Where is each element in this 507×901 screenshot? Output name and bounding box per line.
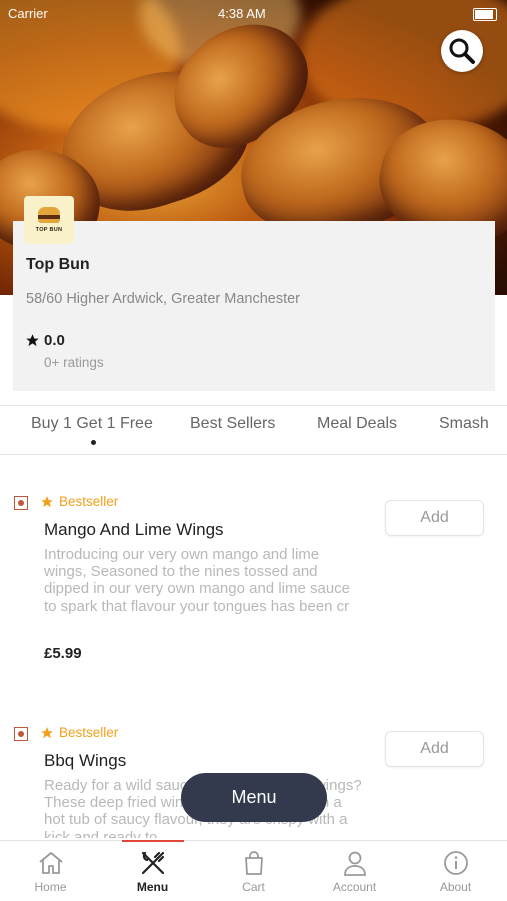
home-icon <box>38 852 63 874</box>
logo-text: TOP BUN <box>35 227 63 233</box>
item-name[interactable]: Bbq Wings <box>44 751 126 771</box>
nav-about[interactable]: About <box>405 841 506 901</box>
nav-account-label: Account <box>332 880 377 894</box>
nav-account[interactable]: Account <box>304 841 405 901</box>
burger-icon <box>38 207 60 223</box>
info-icon <box>443 851 468 875</box>
restaurant-logo: TOP BUN <box>24 196 74 244</box>
nav-menu-label: Menu <box>136 880 169 894</box>
fork-knife-icon <box>141 851 164 875</box>
nav-cart[interactable]: Cart <box>203 841 304 901</box>
shopping-bag-icon <box>244 851 263 875</box>
bottom-navigation: Home Menu Cart Account About <box>0 840 507 901</box>
nav-menu[interactable]: Menu <box>102 841 203 901</box>
user-icon <box>343 851 366 876</box>
nav-about-label: About <box>439 880 472 894</box>
nav-home[interactable]: Home <box>0 841 101 901</box>
bestseller-label: Bestseller <box>59 725 119 740</box>
add-button[interactable]: Add <box>385 731 484 767</box>
bestseller-badge: Bestseller <box>40 725 118 740</box>
menu-item: Bestseller Bbq Wings Ready for a wild sa… <box>0 0 507 838</box>
menu-button[interactable]: Menu <box>181 773 327 822</box>
nav-home-label: Home <box>34 880 67 894</box>
food-type-icon <box>14 727 28 741</box>
nav-cart-label: Cart <box>242 880 265 894</box>
active-tab-indicator <box>122 840 184 842</box>
star-icon <box>41 726 53 738</box>
